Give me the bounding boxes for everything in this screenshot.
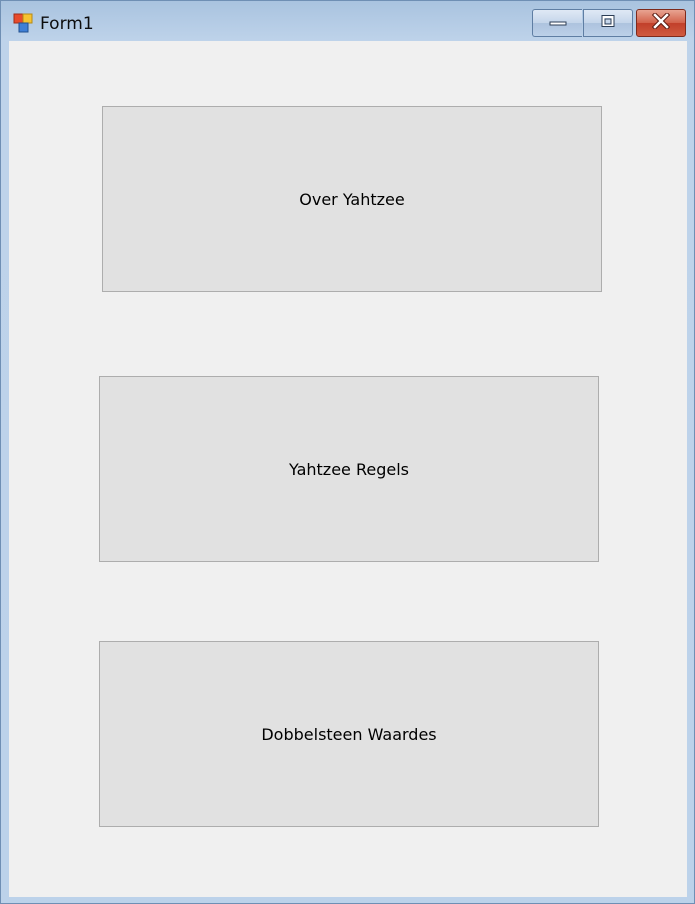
- yahtzee-regels-label: Yahtzee Regels: [289, 459, 409, 479]
- dobbelsteen-waardes-button[interactable]: Dobbelsteen Waardes: [99, 641, 599, 827]
- over-yahtzee-label: Over Yahtzee: [299, 189, 405, 209]
- yahtzee-regels-button[interactable]: Yahtzee Regels: [99, 376, 599, 562]
- close-icon: [651, 11, 671, 34]
- close-button[interactable]: [636, 9, 686, 37]
- winforms-app-icon: [13, 13, 33, 33]
- title-bar[interactable]: Form1: [1, 1, 694, 41]
- maximize-icon: [600, 14, 616, 33]
- maximize-button[interactable]: [583, 9, 633, 37]
- form-client-area: Over Yahtzee Yahtzee Regels Dobbelsteen …: [9, 41, 687, 897]
- window-title: Form1: [40, 14, 94, 34]
- minimize-icon: [549, 14, 567, 32]
- minimize-button[interactable]: [532, 9, 582, 37]
- over-yahtzee-button[interactable]: Over Yahtzee: [102, 106, 602, 292]
- dobbelsteen-waardes-label: Dobbelsteen Waardes: [261, 724, 437, 744]
- app-window: Form1 Over Yahtzee Yahtzee Regels Dobbel…: [0, 0, 695, 904]
